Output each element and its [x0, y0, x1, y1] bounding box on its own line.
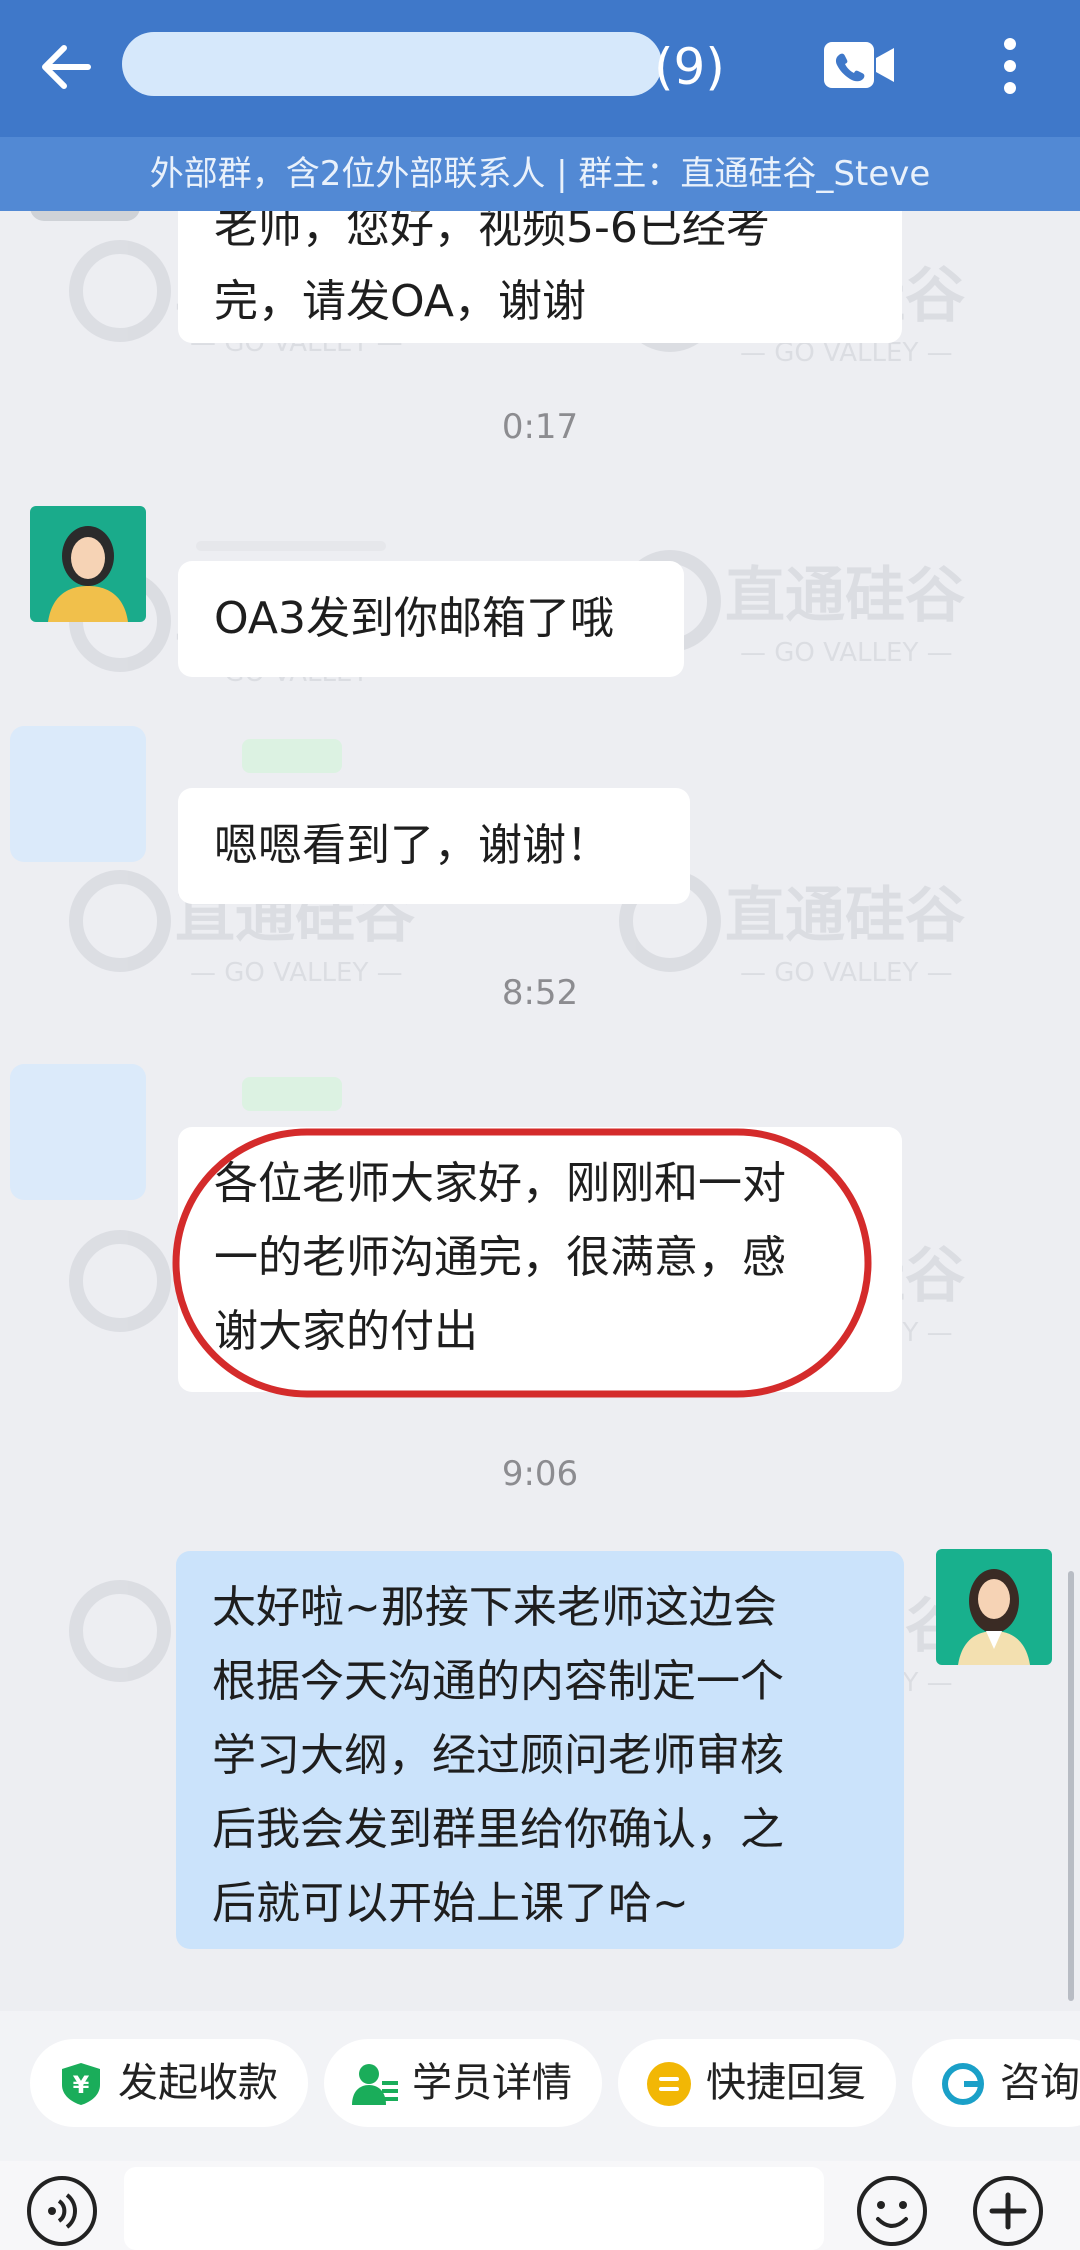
svg-text:¥: ¥: [73, 2071, 90, 2099]
sender-name-redacted: [196, 541, 386, 551]
message-line: 太好啦~那接下来老师这边会: [212, 1582, 777, 1633]
message-line: 根据今天沟通的内容制定一个: [212, 1656, 784, 1707]
message-input-bar: [0, 2161, 1080, 2250]
quick-action-consult[interactable]: 咨询...: [912, 2039, 1080, 2127]
voice-input-icon: [27, 2176, 97, 2246]
quick-reply-icon: [647, 2062, 691, 2106]
scrollbar[interactable]: [1068, 1571, 1074, 2001]
timestamp: 8:52: [501, 973, 579, 1013]
message-line: 学习大纲，经过顾问老师审核: [212, 1730, 784, 1781]
group-name-redacted: [122, 32, 662, 96]
video-call-button[interactable]: [822, 40, 896, 90]
arrow-left-icon: [42, 45, 91, 89]
quick-action-bar: ¥ 发起收款 学员详情 快捷回复 咨询...: [0, 2011, 1080, 2161]
teacher-avatar-icon: [30, 506, 146, 622]
voice-input-button[interactable]: [26, 2175, 98, 2247]
more-options-button[interactable]: [990, 34, 1030, 98]
avatar[interactable]: [30, 506, 146, 622]
chat-header: (9): [0, 0, 1080, 137]
timestamp: 0:17: [501, 407, 579, 447]
message-input[interactable]: [124, 2167, 824, 2250]
message-bubble[interactable]: 老师，您好，视频5-6已经考 完，请发OA，谢谢: [178, 211, 902, 343]
student-detail-icon: [352, 2064, 398, 2105]
highlight-ring: [172, 1128, 872, 1398]
sender-name-redacted: [242, 1077, 342, 1111]
timestamp: 9:06: [501, 1454, 579, 1494]
svg-text:直通硅谷: 直通硅谷: [725, 881, 965, 951]
message-line: 老师，您好，视频5-6已经考: [214, 211, 770, 253]
plus-icon: [973, 2176, 1043, 2246]
more-attachments-button[interactable]: [972, 2175, 1044, 2247]
message-text: 嗯嗯看到了，谢谢！: [214, 820, 610, 871]
payment-yen-icon: ¥: [62, 2063, 100, 2105]
back-button[interactable]: [34, 36, 96, 98]
more-vertical-icon: [1004, 38, 1016, 94]
chat-message-list[interactable]: 直通硅谷 — GO VALLEY — 直通硅谷 — GO VALLEY — 直通…: [0, 211, 1080, 2011]
message-line: 完，请发OA，谢谢: [214, 276, 586, 327]
quick-action-label: 学员详情: [412, 2060, 572, 2106]
quick-action-quick-reply[interactable]: 快捷回复: [618, 2039, 896, 2127]
group-info-bar[interactable]: 外部群，含2位外部联系人 | 群主：直通硅谷_Steve: [0, 137, 1080, 211]
avatar[interactable]: [10, 726, 146, 862]
member-count: (9): [654, 38, 725, 96]
avatar[interactable]: [936, 1549, 1052, 1665]
emoji-icon: [857, 2176, 927, 2246]
emoji-button[interactable]: [856, 2175, 928, 2247]
quick-action-label: 发起收款: [118, 2060, 278, 2106]
message-text: OA3发到你邮箱了哦: [214, 593, 614, 644]
my-avatar-icon: [936, 1549, 1052, 1665]
quick-action-label: 咨询...: [1000, 2060, 1080, 2106]
consult-icon: [942, 2063, 984, 2105]
message-bubble-sent[interactable]: 太好啦~那接下来老师这边会 根据今天沟通的内容制定一个 学习大纲，经过顾问老师审…: [176, 1551, 904, 1949]
quick-action-student-detail[interactable]: 学员详情: [324, 2039, 602, 2127]
quick-action-payment[interactable]: ¥ 发起收款: [30, 2039, 308, 2127]
message-line: 后我会发到群里给你确认，之: [212, 1804, 784, 1855]
avatar[interactable]: [10, 1064, 146, 1200]
message-bubble[interactable]: OA3发到你邮箱了哦: [178, 561, 684, 677]
quick-action-label: 快捷回复: [706, 2060, 866, 2106]
video-call-icon: [824, 42, 894, 88]
sender-name-redacted: [242, 739, 342, 773]
svg-text:直通硅谷: 直通硅谷: [725, 561, 965, 631]
svg-text:— GO VALLEY —: — GO VALLEY —: [740, 638, 953, 668]
message-bubble[interactable]: 嗯嗯看到了，谢谢！: [178, 788, 690, 904]
avatar[interactable]: [30, 211, 140, 221]
message-line: 后就可以开始上课了哈~: [212, 1878, 689, 1929]
